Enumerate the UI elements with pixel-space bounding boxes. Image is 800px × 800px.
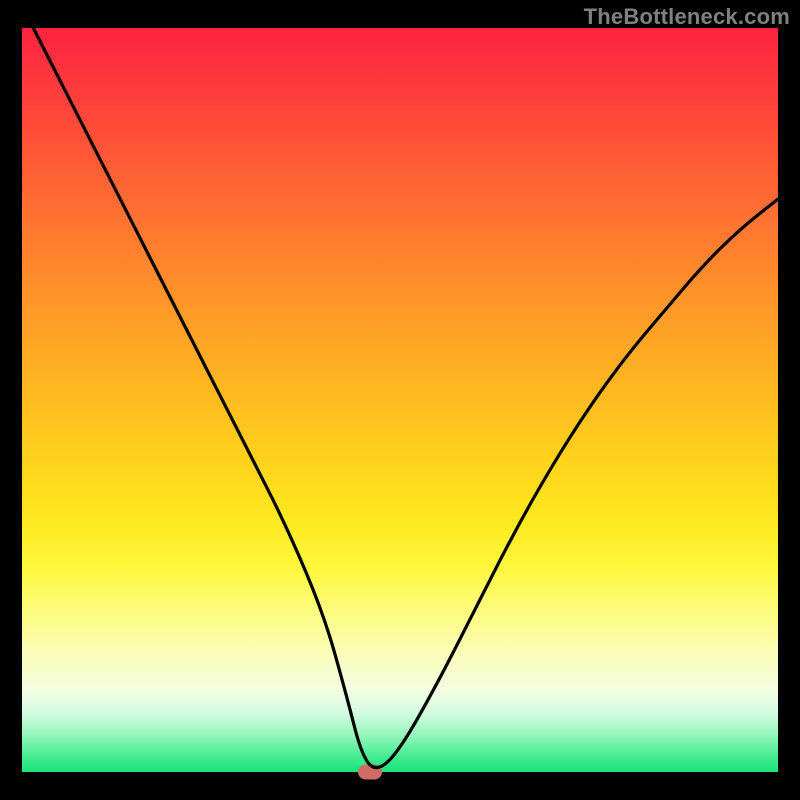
- chart-frame: TheBottleneck.com: [0, 0, 800, 800]
- plot-area: [22, 28, 778, 772]
- bottleneck-curve: [22, 28, 778, 772]
- curve-path: [22, 28, 778, 768]
- watermark-text: TheBottleneck.com: [584, 4, 790, 30]
